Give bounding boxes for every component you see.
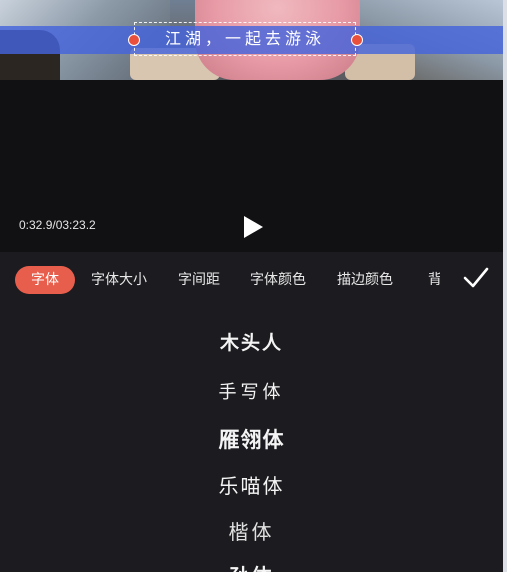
font-option-yanling[interactable]: 雁翎体 bbox=[0, 424, 503, 454]
caption-resize-handle-right[interactable] bbox=[351, 34, 363, 46]
font-option-mutouren[interactable]: 木头人 bbox=[0, 328, 503, 355]
video-preview[interactable]: 江湖，一起去游泳 bbox=[0, 0, 503, 80]
font-option-kaiti[interactable]: 楷体 bbox=[0, 516, 503, 545]
tab-font-color[interactable]: 字体颜色 bbox=[250, 266, 306, 294]
tab-font[interactable]: 字体 bbox=[15, 266, 75, 294]
timecode: 0:32.9/03:23.2 bbox=[19, 218, 96, 232]
font-list: 木头人 手写体 雁翎体 乐喵体 楷体 孙体 bbox=[0, 304, 503, 572]
font-option-handwriting[interactable]: 手写体 bbox=[0, 378, 503, 404]
font-option-lemiao[interactable]: 乐喵体 bbox=[0, 470, 503, 499]
style-tab-bar: 字体 字体大小 字间距 字体颜色 描边颜色 背 bbox=[0, 252, 503, 304]
caption-text[interactable]: 江湖，一起去游泳 bbox=[134, 22, 356, 56]
checkmark-icon[interactable] bbox=[462, 263, 490, 291]
font-option-partial[interactable]: 孙体 bbox=[0, 560, 503, 572]
caption-resize-handle-left[interactable] bbox=[128, 34, 140, 46]
play-icon[interactable] bbox=[240, 214, 266, 240]
subtitle-editor: 江湖，一起去游泳 0:32.9/03:23.2 字体 字体大小 字间距 字体颜色… bbox=[0, 0, 503, 572]
tab-font-size[interactable]: 字体大小 bbox=[91, 266, 147, 294]
tab-background[interactable]: 背 bbox=[428, 266, 440, 294]
tab-letter-spacing[interactable]: 字间距 bbox=[178, 266, 220, 294]
player-area: 0:32.9/03:23.2 bbox=[0, 80, 503, 252]
tab-stroke-color[interactable]: 描边颜色 bbox=[337, 266, 393, 294]
